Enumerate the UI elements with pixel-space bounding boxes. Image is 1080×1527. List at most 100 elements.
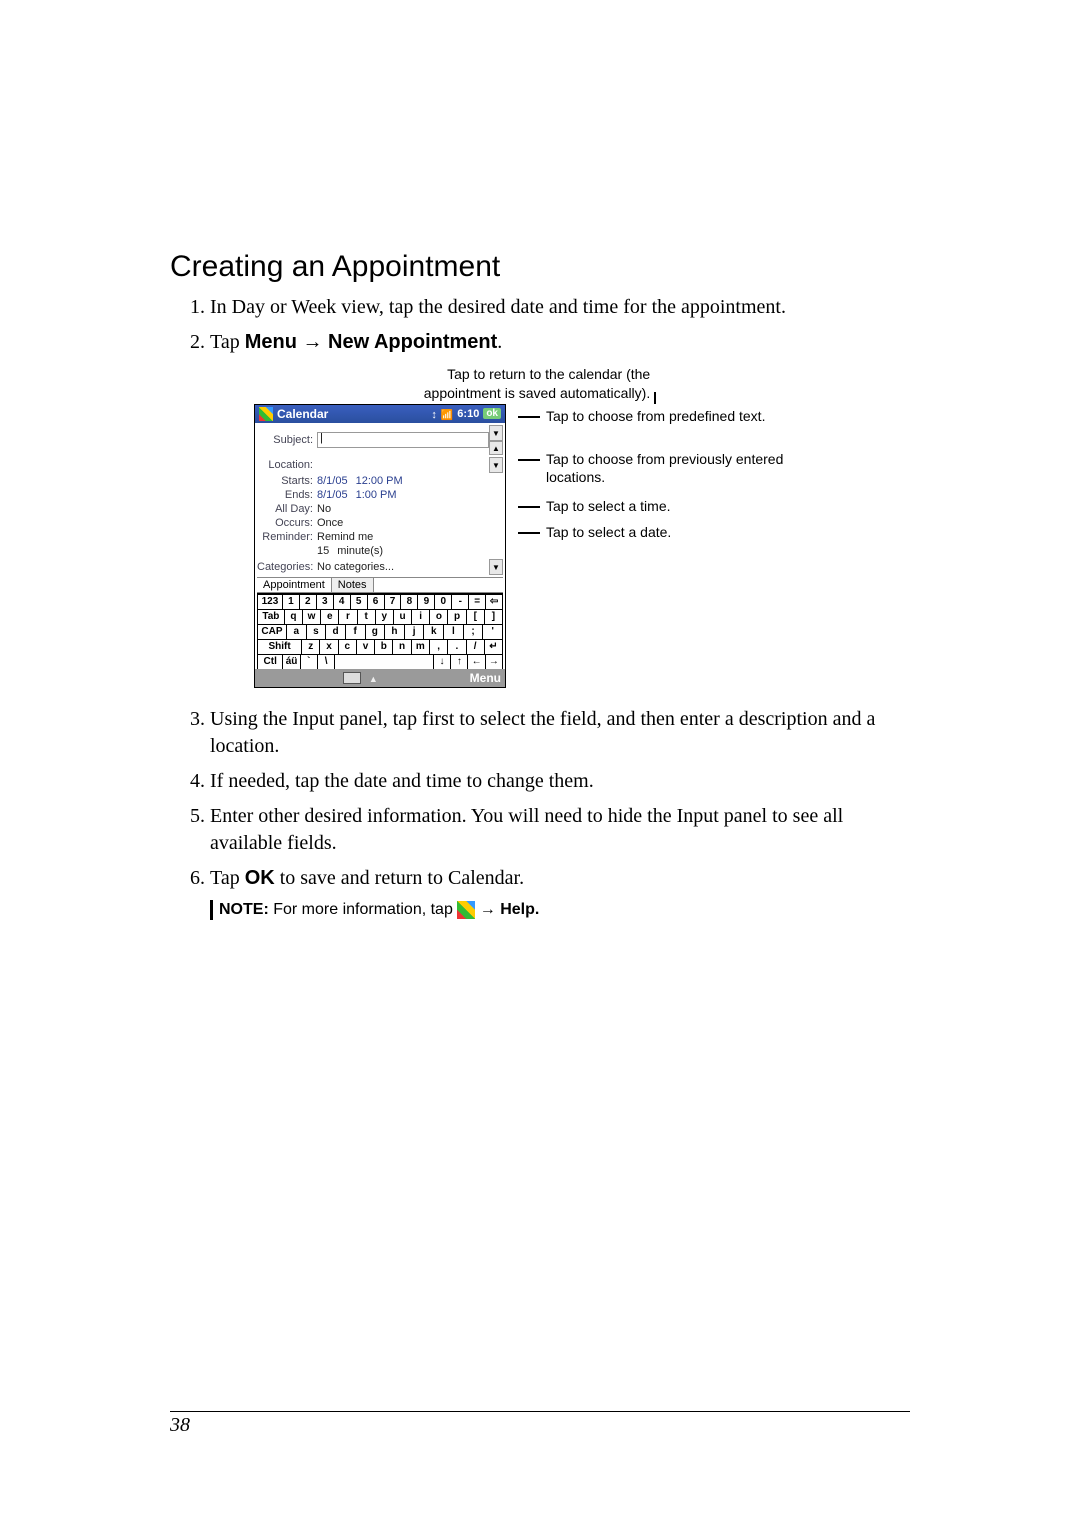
key-accent[interactable]: áü	[282, 654, 299, 669]
key-s[interactable]: s	[306, 624, 326, 639]
key-ctl[interactable]: Ctl	[257, 654, 282, 669]
annotation-select-date: Tap to select a date.	[546, 524, 671, 542]
key-m[interactable]: m	[411, 639, 429, 654]
key-p[interactable]: p	[447, 609, 465, 624]
page-title: Creating an Appointment	[170, 250, 910, 284]
key-123[interactable]: 123	[257, 594, 282, 609]
tab-notes[interactable]: Notes	[332, 578, 374, 592]
starts-value[interactable]: 8/1/05 12:00 PM	[317, 475, 489, 487]
key-z[interactable]: z	[301, 639, 319, 654]
key-enter-icon[interactable]	[484, 639, 503, 654]
starts-date[interactable]: 8/1/05	[317, 475, 348, 487]
subject-dropdown-icon[interactable]: ▼	[489, 425, 503, 441]
key-down-icon[interactable]	[433, 654, 450, 669]
step-6-ok: OK	[245, 867, 275, 889]
key-grave[interactable]: `	[300, 654, 317, 669]
scroll-up-icon[interactable]: ▲	[489, 441, 503, 455]
key-h[interactable]: h	[384, 624, 404, 639]
onscreen-keyboard[interactable]: 123 1 2 3 4 5 6 7 8 9 0	[257, 593, 503, 669]
key-q[interactable]: q	[284, 609, 302, 624]
key-g[interactable]: g	[365, 624, 385, 639]
key-up-icon[interactable]	[450, 654, 467, 669]
ok-button[interactable]: ok	[483, 408, 501, 419]
key-e[interactable]: e	[320, 609, 338, 624]
key-d[interactable]: d	[325, 624, 345, 639]
key-n[interactable]: n	[392, 639, 410, 654]
key-r[interactable]: r	[338, 609, 356, 624]
key-u[interactable]: u	[393, 609, 411, 624]
step-6: Tap OK to save and return to Calendar.	[210, 865, 910, 892]
keyboard-toggle-icon[interactable]	[343, 672, 361, 684]
reminder-value[interactable]: Remind me	[317, 531, 489, 543]
reminder-qty[interactable]: 15	[317, 545, 329, 557]
key-minus[interactable]: -	[451, 594, 468, 609]
key-v[interactable]: v	[356, 639, 374, 654]
label-occurs: Occurs:	[257, 517, 317, 529]
location-dropdown-icon[interactable]: ▼	[489, 457, 503, 473]
key-w[interactable]: w	[302, 609, 320, 624]
key-semicolon[interactable]: ;	[463, 624, 483, 639]
key-f[interactable]: f	[345, 624, 365, 639]
signal-icon[interactable]	[441, 407, 453, 421]
key-x[interactable]: x	[319, 639, 337, 654]
key-rbracket[interactable]: ]	[484, 609, 503, 624]
key-9[interactable]: 9	[417, 594, 434, 609]
key-k[interactable]: k	[423, 624, 443, 639]
key-left-icon[interactable]	[467, 654, 484, 669]
key-a[interactable]: a	[286, 624, 306, 639]
key-4[interactable]: 4	[333, 594, 350, 609]
key-equals[interactable]: =	[468, 594, 485, 609]
menu-button[interactable]: Menu	[470, 671, 501, 685]
note-help: Help.	[500, 901, 539, 918]
key-8[interactable]: 8	[400, 594, 417, 609]
reminder-unit[interactable]: minute(s)	[337, 545, 383, 557]
device-screenshot: Calendar 6:10 ok Subject:	[254, 404, 506, 689]
key-backspace-icon[interactable]	[485, 594, 503, 609]
categories-value[interactable]: No categories...	[317, 561, 489, 573]
key-backslash[interactable]: \	[317, 654, 334, 669]
key-6[interactable]: 6	[367, 594, 384, 609]
key-y[interactable]: y	[375, 609, 393, 624]
key-2[interactable]: 2	[299, 594, 316, 609]
ends-date[interactable]: 8/1/05	[317, 489, 348, 501]
key-space[interactable]	[334, 654, 433, 669]
key-0[interactable]: 0	[434, 594, 451, 609]
key-o[interactable]: o	[429, 609, 447, 624]
starts-time[interactable]: 12:00 PM	[356, 475, 403, 487]
occurs-value[interactable]: Once	[317, 517, 489, 529]
titlebar-time: 6:10	[457, 408, 479, 420]
titlebar-app-name: Calendar	[277, 407, 328, 421]
key-1[interactable]: 1	[282, 594, 299, 609]
start-flag-icon	[457, 901, 475, 919]
key-5[interactable]: 5	[350, 594, 367, 609]
key-tab[interactable]: Tab	[257, 609, 284, 624]
key-j[interactable]: j	[404, 624, 424, 639]
key-i[interactable]: i	[411, 609, 429, 624]
key-slash[interactable]: /	[466, 639, 484, 654]
reminder-qty-row[interactable]: 15 minute(s)	[317, 545, 489, 557]
subject-input[interactable]	[317, 432, 489, 448]
key-right-icon[interactable]	[485, 654, 503, 669]
key-3[interactable]: 3	[316, 594, 333, 609]
key-c[interactable]: c	[338, 639, 356, 654]
start-flag-icon[interactable]	[259, 407, 273, 421]
categories-dropdown-icon[interactable]: ▼	[489, 559, 503, 575]
figure-block: Tap to return to the calendar (the appoi…	[170, 366, 910, 688]
key-comma[interactable]: ,	[429, 639, 447, 654]
key-t[interactable]: t	[357, 609, 375, 624]
key-apostrophe[interactable]: '	[482, 624, 503, 639]
note-label: NOTE:	[219, 901, 269, 918]
ends-value[interactable]: 8/1/05 1:00 PM	[317, 489, 489, 501]
key-period[interactable]: .	[447, 639, 465, 654]
tab-appointment[interactable]: Appointment	[257, 578, 332, 592]
key-7[interactable]: 7	[384, 594, 401, 609]
allday-value[interactable]: No	[317, 503, 489, 515]
sync-icon[interactable]	[431, 407, 437, 421]
key-b[interactable]: b	[374, 639, 392, 654]
key-lbracket[interactable]: [	[466, 609, 484, 624]
key-l[interactable]: l	[443, 624, 463, 639]
ends-time[interactable]: 1:00 PM	[356, 489, 397, 501]
key-cap[interactable]: CAP	[257, 624, 286, 639]
input-method-arrow-icon[interactable]	[369, 671, 378, 685]
key-shift[interactable]: Shift	[257, 639, 301, 654]
